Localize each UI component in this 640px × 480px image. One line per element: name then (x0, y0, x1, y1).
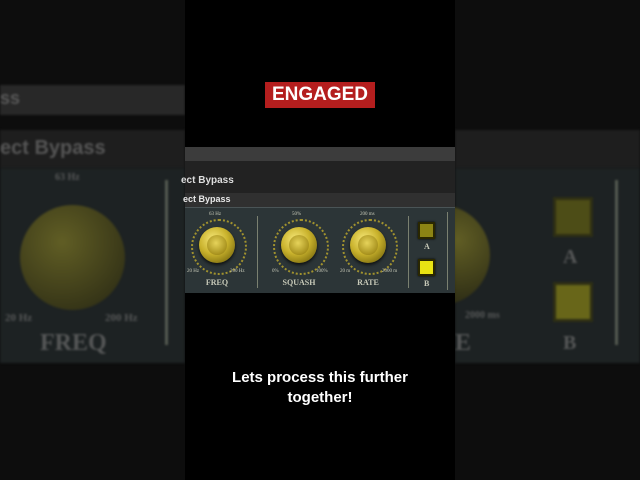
bg-label-a: A (563, 246, 578, 268)
rate-top-value: 200 ms (360, 212, 375, 217)
bg-button-b (553, 282, 593, 322)
squash-label: SQUASH (282, 278, 316, 287)
bg-right-separator (615, 180, 618, 345)
plugin-panel: 63 Hz 20 Hz 200 Hz FREQ 50% 0% 100% SQUA… (185, 207, 455, 293)
bg-rate-max: 2000 ms (465, 310, 500, 321)
bg-bypass-label: ect Bypass (0, 137, 106, 159)
caption: Lets process this further together! (150, 368, 490, 408)
bg-separator (165, 180, 168, 345)
b-button[interactable] (418, 259, 435, 276)
caption-line-1: Lets process this further (232, 369, 408, 386)
bypass-label: ect Bypass (183, 194, 231, 204)
host-toolbar (185, 147, 455, 161)
rate-min: 20 m (340, 269, 351, 274)
freq-min: 20 Hz (187, 269, 200, 274)
freq-knob[interactable] (199, 227, 235, 263)
squash-max: 100% (316, 269, 328, 274)
rate-label: RATE (357, 278, 379, 287)
bg-freq-knob (20, 205, 125, 310)
caption-line-2: together! (287, 389, 353, 406)
bg-freq-max: 200 Hz (105, 312, 138, 324)
bg-freq-top-value: 63 Hz (55, 172, 80, 183)
separator-2 (408, 216, 409, 288)
host-header-label: ect Bypass (181, 175, 234, 186)
separator-1 (257, 216, 258, 288)
freq-label: FREQ (205, 278, 229, 287)
squash-top-value: 50% (292, 212, 302, 217)
b-label: B (424, 279, 430, 288)
freq-top-value: 63 Hz (209, 212, 222, 217)
a-button[interactable] (418, 222, 435, 239)
squash-knob[interactable] (281, 227, 317, 263)
bg-partial-label: E (455, 330, 472, 356)
bg-freq-min: 20 Hz (5, 312, 33, 324)
squash-min: 0% (272, 269, 279, 274)
freq-max: 200 Hz (230, 269, 245, 274)
a-label: A (424, 242, 430, 251)
host-header: ect Bypass (181, 161, 455, 193)
bg-button-a (553, 197, 593, 237)
engaged-badge: ENGAGED (265, 82, 375, 108)
rate-knob[interactable] (350, 227, 386, 263)
plugin-view: ect Bypass ect Bypass 63 Hz 20 Hz 200 Hz… (181, 0, 455, 480)
right-blurred-background: 2000 ms E A B (455, 0, 640, 480)
rate-max: 2000 m (382, 269, 398, 274)
bg-freq-label: FREQ (40, 330, 107, 356)
bg-label-b: B (563, 332, 577, 354)
bg-header-bar (0, 85, 185, 115)
left-blurred-background: ss ect Bypass 63 Hz 20 Hz 200 Hz FREQ (0, 0, 185, 480)
bypass-bar[interactable]: ect Bypass (183, 193, 455, 207)
separator-3 (447, 212, 448, 290)
bg-top-label: ss (0, 88, 21, 108)
bg-right-header (455, 130, 640, 168)
